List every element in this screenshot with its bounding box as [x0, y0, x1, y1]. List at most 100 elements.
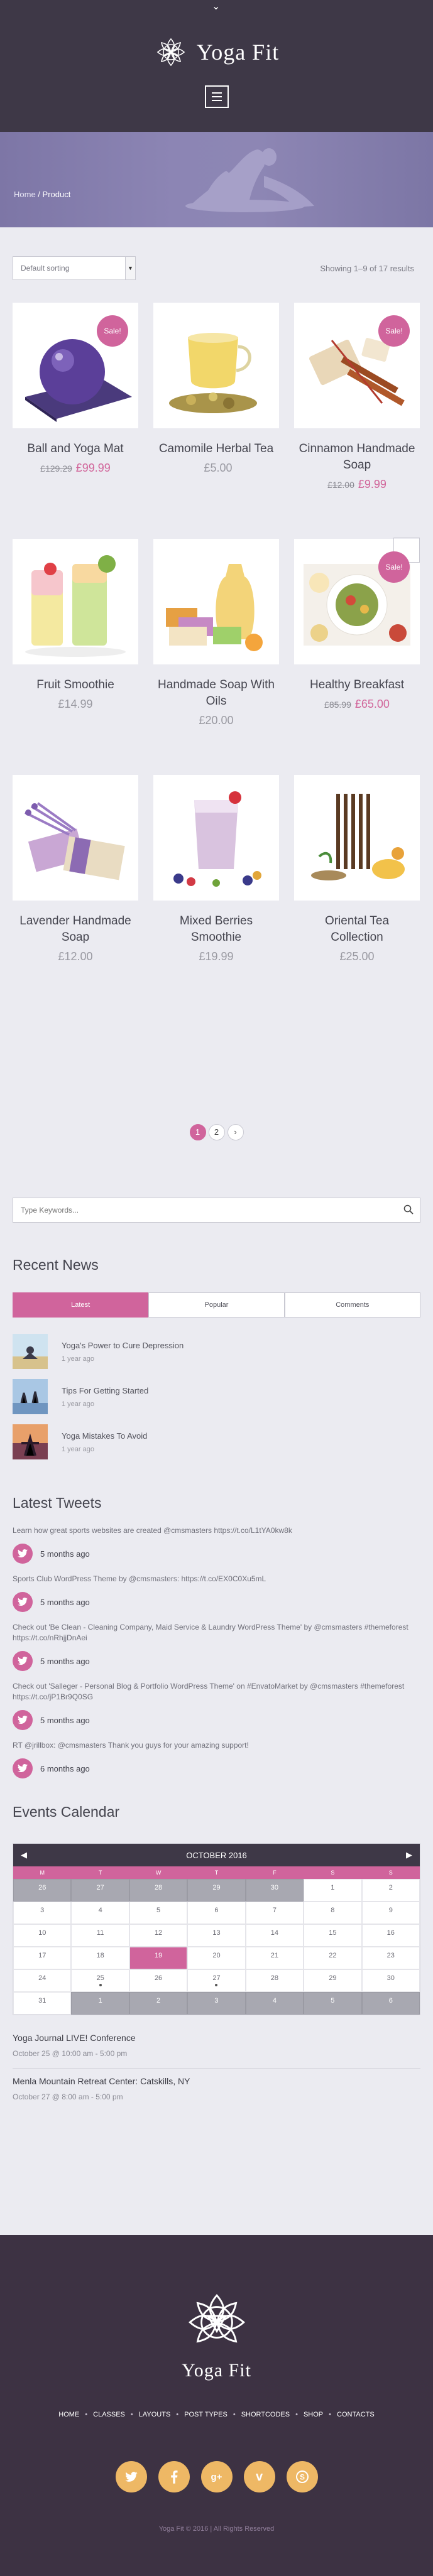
calendar-day[interactable]: 8 — [304, 1902, 362, 1924]
calendar-day[interactable]: 9 — [361, 1902, 420, 1924]
calendar-day[interactable]: 21 — [245, 1947, 304, 1969]
calendar-day[interactable]: 5 — [304, 1992, 362, 2015]
footer-nav-contacts[interactable]: CONTACTS — [331, 2411, 380, 2418]
product-image[interactable] — [294, 775, 420, 901]
footer-nav-home[interactable]: HOME — [53, 2411, 85, 2418]
event-title[interactable]: Yoga Journal LIVE! Conference — [13, 2033, 420, 2043]
news-title[interactable]: Yoga Mistakes To Avoid — [62, 1431, 147, 1441]
page-2-link[interactable]: 2 — [208, 1124, 225, 1140]
calendar-day[interactable]: 4 — [245, 1992, 304, 2015]
news-title[interactable]: Tips For Getting Started — [62, 1386, 148, 1395]
calendar-day[interactable]: 22 — [304, 1947, 362, 1969]
calendar-day[interactable]: 2 — [129, 1992, 188, 2015]
footer-nav-classes[interactable]: CLASSES — [87, 2411, 131, 2418]
calendar-day[interactable]: 29 — [304, 1969, 362, 1992]
tweet-text[interactable]: Sports Club WordPress Theme by @cmsmaste… — [13, 1574, 420, 1584]
calendar-day[interactable]: 15 — [304, 1924, 362, 1947]
product-name[interactable]: Cinnamon Handmade Soap — [294, 441, 420, 474]
news-thumbnail[interactable] — [13, 1379, 48, 1414]
product-name[interactable]: Fruit Smoothie — [13, 677, 138, 693]
tweet-text[interactable]: Check out 'Be Clean - Cleaning Company, … — [13, 1622, 420, 1643]
calendar-day-event[interactable]: 27 — [187, 1969, 246, 1992]
calendar-day[interactable]: 3 — [187, 1992, 246, 2015]
tab-comments[interactable]: Comments — [284, 1292, 420, 1318]
product-card[interactable]: Sale! Cinnamon Handmade Soap £12.00 £9.99 — [294, 303, 420, 491]
event-title[interactable]: Menla Mountain Retreat Center: Catskills… — [13, 2076, 420, 2086]
calendar-day[interactable]: 26 — [129, 1969, 188, 1992]
sorting-select[interactable]: Default sorting ▼ — [13, 256, 136, 280]
footer-nav-shop[interactable]: SHOP — [298, 2411, 329, 2418]
product-image[interactable] — [13, 775, 138, 901]
calendar-day[interactable]: 30 — [245, 1879, 304, 1902]
product-image[interactable]: Sale! — [294, 539, 420, 664]
calendar-day[interactable]: 28 — [245, 1969, 304, 1992]
product-name[interactable]: Lavender Handmade Soap — [13, 913, 138, 946]
calendar-day[interactable]: 10 — [13, 1924, 72, 1947]
calendar-day[interactable]: 1 — [71, 1992, 129, 2015]
calendar-day[interactable]: 1 — [304, 1879, 362, 1902]
tweet-text[interactable]: Check out 'Salleger - Personal Blog & Po… — [13, 1681, 420, 1702]
footer-logo[interactable]: Yoga Fit — [0, 2288, 433, 2381]
product-image[interactable]: Sale! — [13, 303, 138, 428]
product-name[interactable]: Camomile Herbal Tea — [153, 441, 279, 457]
calendar-day[interactable]: 4 — [71, 1902, 129, 1924]
news-thumbnail[interactable] — [13, 1424, 48, 1459]
product-card[interactable]: Sale! Ball and Yoga Mat £129.29 £99.99 — [13, 303, 138, 475]
calendar-day-today[interactable]: 19 — [129, 1947, 188, 1969]
news-thumbnail[interactable] — [13, 1334, 48, 1369]
list-item[interactable]: Yoga Mistakes To Avoid 1 year ago — [13, 1419, 420, 1464]
vimeo-icon[interactable]: v — [243, 2461, 275, 2492]
calendar-day[interactable]: 20 — [187, 1947, 246, 1969]
calendar-day[interactable]: 16 — [361, 1924, 420, 1947]
product-name[interactable]: Healthy Breakfast — [294, 677, 420, 693]
next-month-icon[interactable]: ▶ — [406, 1850, 412, 1860]
next-page-button[interactable]: › — [227, 1124, 244, 1140]
calendar-day-event[interactable]: 25 — [71, 1969, 129, 1992]
facebook-icon[interactable] — [158, 2461, 190, 2492]
calendar-day[interactable]: 12 — [129, 1924, 188, 1947]
list-item[interactable]: Yoga's Power to Cure Depression 1 year ag… — [13, 1329, 420, 1374]
calendar-day[interactable]: 23 — [361, 1947, 420, 1969]
product-card[interactable]: Handmade Soap With Oils £20.00 — [153, 539, 279, 727]
footer-nav-shortcodes[interactable]: SHORTCODES — [236, 2411, 295, 2418]
calendar-day[interactable]: 7 — [245, 1902, 304, 1924]
breadcrumb-home-link[interactable]: Home — [14, 190, 36, 199]
calendar-day[interactable]: 2 — [361, 1879, 420, 1902]
twitter-icon[interactable] — [115, 2461, 147, 2492]
product-image[interactable] — [153, 539, 279, 664]
calendar-day[interactable]: 28 — [129, 1879, 188, 1902]
calendar-day[interactable]: 29 — [187, 1879, 246, 1902]
calendar-day[interactable]: 11 — [71, 1924, 129, 1947]
calendar-day[interactable]: 27 — [71, 1879, 129, 1902]
calendar-day[interactable]: 30 — [361, 1969, 420, 1992]
calendar-day[interactable]: 3 — [13, 1902, 72, 1924]
tweet-text[interactable]: Learn how great sports websites are crea… — [13, 1525, 420, 1536]
tweet-text[interactable]: RT @jrillbox: @cmsmasters Thank you guys… — [13, 1740, 420, 1751]
product-name[interactable]: Oriental Tea Collection — [294, 913, 420, 946]
prev-month-icon[interactable]: ◀ — [21, 1850, 27, 1860]
product-card[interactable]: Oriental Tea Collection £25.00 — [294, 775, 420, 963]
product-image[interactable] — [153, 303, 279, 428]
calendar-day[interactable]: 24 — [13, 1969, 72, 1992]
footer-nav-post-types[interactable]: POST TYPES — [178, 2411, 233, 2418]
search-input[interactable] — [13, 1198, 390, 1222]
calendar-day[interactable]: 6 — [187, 1902, 246, 1924]
product-image[interactable] — [13, 539, 138, 664]
product-image[interactable]: Sale! — [294, 303, 420, 428]
calendar-day[interactable]: 31 — [13, 1992, 72, 2015]
product-name[interactable]: Ball and Yoga Mat — [13, 441, 138, 457]
news-title[interactable]: Yoga's Power to Cure Depression — [62, 1341, 184, 1350]
list-item[interactable]: Tips For Getting Started 1 year ago — [13, 1374, 420, 1419]
google-plus-icon[interactable]: g+ — [200, 2461, 233, 2492]
calendar-day[interactable]: 13 — [187, 1924, 246, 1947]
search-icon[interactable] — [403, 1204, 414, 1215]
skype-icon[interactable]: S — [286, 2461, 318, 2492]
calendar-day[interactable]: 6 — [361, 1992, 420, 2015]
tab-popular[interactable]: Popular — [148, 1292, 285, 1318]
calendar-day[interactable]: 18 — [71, 1947, 129, 1969]
footer-nav-layouts[interactable]: LAYOUTS — [133, 2411, 177, 2418]
chevron-down-icon[interactable]: ⌄ — [212, 1, 220, 13]
calendar-day[interactable]: 26 — [13, 1879, 72, 1902]
product-image[interactable] — [153, 775, 279, 901]
menu-toggle-button[interactable] — [205, 85, 229, 108]
